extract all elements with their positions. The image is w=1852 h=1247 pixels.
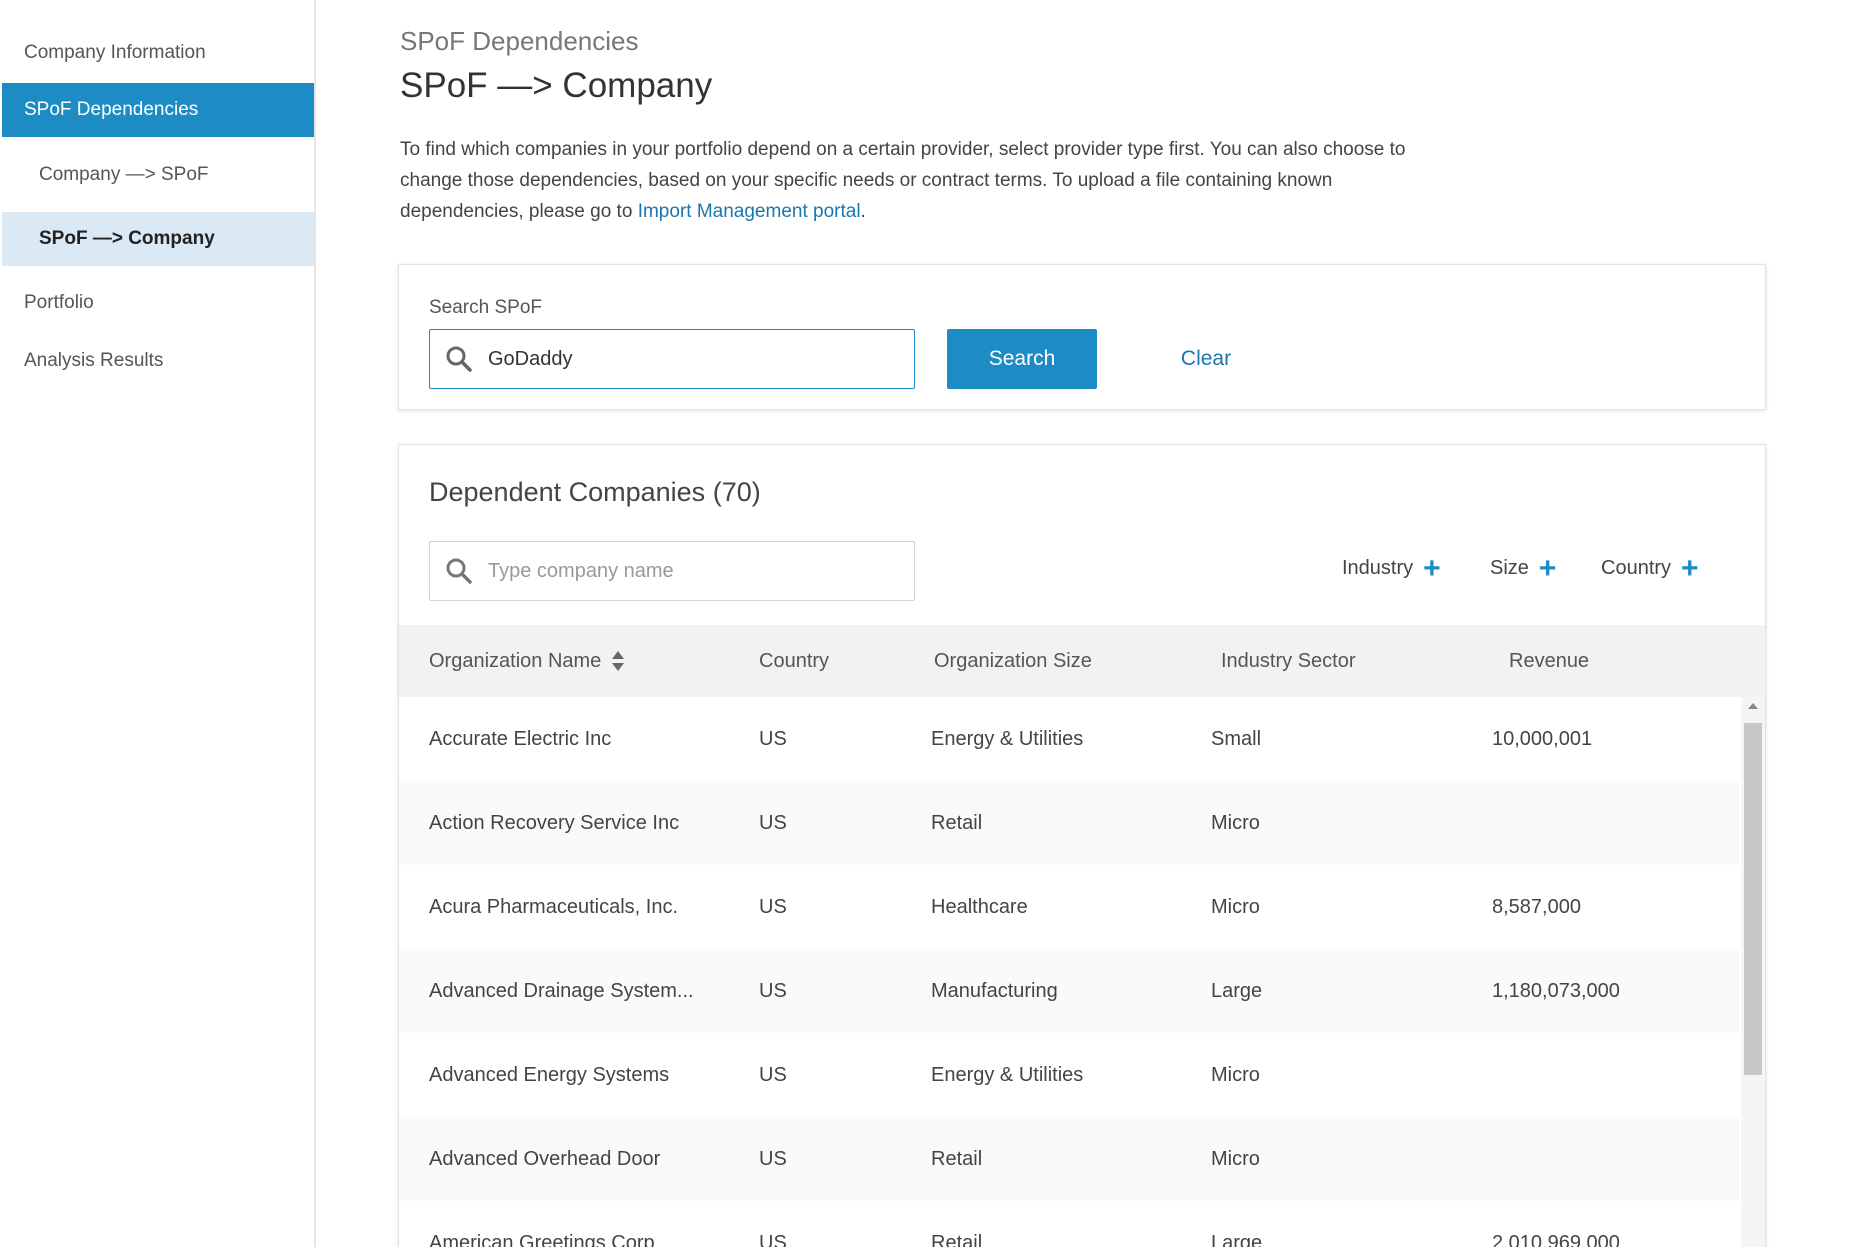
cell-organization-name: Advanced Energy Systems [429,1063,670,1086]
search-icon [430,330,488,388]
cell-country: US [759,727,787,750]
facet-country[interactable]: Country + [1601,551,1699,585]
results-title-text: Dependent Companies [429,477,706,507]
description-suffix: . [860,201,866,222]
facet-industry[interactable]: Industry + [1342,551,1441,585]
table-row[interactable]: Advanced Overhead Door US Retail Micro [399,1117,1739,1201]
facet-label: Size [1490,557,1529,579]
cell-organization-size: Energy & Utilities [931,1063,1084,1086]
import-management-link[interactable]: Import Management portal [638,201,861,222]
plus-icon: + [1423,551,1441,585]
cell-revenue: 1,180,073,000 [1492,979,1620,1002]
scroll-up-arrow-icon[interactable] [1748,703,1758,709]
cell-country: US [759,979,787,1002]
sidebar-item-spof-to-company[interactable]: SPoF —> Company [2,212,314,266]
sidebar-item-label: Analysis Results [24,350,164,371]
search-button[interactable]: Search [947,329,1097,389]
cell-industry-sector: Micro [1211,1147,1260,1170]
sidebar-item-label: Company Information [24,42,206,63]
column-header-country[interactable]: Country [759,625,829,697]
facet-size[interactable]: Size + [1490,551,1557,585]
cell-organization-size: Energy & Utilities [931,727,1084,750]
results-count: (70) [712,477,761,507]
column-header-label: Industry Sector [1221,649,1356,672]
table-row[interactable]: Acura Pharmaceuticals, Inc. US Healthcar… [399,865,1739,949]
table-body: Accurate Electric Inc US Energy & Utilit… [399,697,1739,1247]
table-row[interactable]: Advanced Energy Systems US Energy & Util… [399,1033,1739,1117]
description-text: To find which companies in your portfoli… [400,139,1406,222]
breadcrumb: SPoF Dependencies [400,26,639,56]
cell-industry-sector: Large [1211,979,1263,1002]
cell-country: US [759,895,787,918]
table-scrollbar[interactable] [1741,697,1765,1247]
cell-country: US [759,1063,787,1086]
cell-country: US [759,811,787,834]
table-row[interactable]: American Greetings Corp US Retail Large … [399,1201,1739,1247]
sidebar-item-label: SPoF Dependencies [24,99,199,120]
cell-industry-sector: Large [1211,1231,1263,1247]
cell-organization-name: Advanced Overhead Door [429,1147,661,1170]
spof-search-input[interactable] [488,347,888,371]
column-header-label: Organization Size [934,649,1092,672]
table-row[interactable]: Action Recovery Service Inc US Retail Mi… [399,781,1739,865]
sort-icon[interactable] [611,650,625,672]
cell-country: US [759,1231,787,1247]
sidebar-item-company-information[interactable]: Company Information [2,30,314,76]
cell-organization-name: American Greetings Corp [429,1231,655,1247]
column-header-organization-size[interactable]: Organization Size [934,625,1092,697]
spof-search-field[interactable] [429,329,915,389]
cell-revenue: 10,000,001 [1492,727,1593,750]
cell-industry-sector: Micro [1211,895,1260,918]
table-row[interactable]: Accurate Electric Inc US Energy & Utilit… [399,697,1739,781]
column-header-label: Country [759,649,830,672]
cell-organization-size: Retail [931,1231,983,1247]
search-spof-label: Search SPoF [429,297,542,318]
search-icon [430,542,488,600]
company-filter-field[interactable] [429,541,915,601]
page-title: SPoF —> Company [400,66,713,105]
results-title: Dependent Companies (70) [429,477,761,508]
sidebar-item-label: SPoF —> Company [39,228,215,249]
cell-organization-name: Action Recovery Service Inc [429,811,680,834]
spof-search-card: Search SPoF Search Clear [398,264,1766,410]
facet-label: Country [1601,557,1672,579]
cell-organization-size: Retail [931,1147,983,1170]
sidebar-item-company-to-spof[interactable]: Company —> SPoF [2,148,314,202]
sidebar-item-analysis-results[interactable]: Analysis Results [2,338,314,384]
page-description: To find which companies in your portfoli… [400,134,1440,227]
cell-organization-size: Manufacturing [931,979,1058,1002]
sidebar-item-label: Company —> SPoF [39,164,209,185]
company-filter-input[interactable] [488,559,888,583]
sidebar-item-label: Portfolio [24,292,94,313]
sidebar-item-portfolio[interactable]: Portfolio [2,280,314,326]
column-header-revenue[interactable]: Revenue [1509,625,1589,697]
cell-revenue: 8,587,000 [1492,895,1581,918]
sidebar-item-spof-dependencies[interactable]: SPoF Dependencies [2,83,314,137]
facet-label: Industry [1342,557,1414,579]
cell-industry-sector: Small [1211,727,1262,750]
column-header-label: Organization Name [429,649,602,672]
scrollbar-thumb[interactable] [1744,723,1762,1075]
cell-organization-name: Advanced Drainage System... [429,979,694,1002]
plus-icon: + [1538,551,1557,585]
cell-organization-name: Accurate Electric Inc [429,727,612,750]
table-row[interactable]: Advanced Drainage System... US Manufactu… [399,949,1739,1033]
cell-organization-size: Healthcare [931,895,1028,918]
sidebar: Company Information SPoF Dependencies Co… [0,0,316,1247]
table-header: Organization Name Country Organization S… [399,625,1765,697]
column-header-label: Revenue [1509,649,1590,672]
column-header-organization-name[interactable]: Organization Name [429,625,625,697]
cell-revenue: 2,010,969,000 [1492,1231,1620,1247]
column-header-industry-sector[interactable]: Industry Sector [1221,625,1356,697]
cell-industry-sector: Micro [1211,1063,1260,1086]
dependent-companies-card: Dependent Companies (70) Industry + Size +… [398,444,1766,1247]
cell-industry-sector: Micro [1211,811,1260,834]
main-content: SPoF Dependencies SPoF —> Company To fin… [318,0,1852,1247]
cell-country: US [759,1147,787,1170]
plus-icon: + [1681,551,1699,585]
cell-organization-name: Acura Pharmaceuticals, Inc. [429,895,678,918]
cell-organization-size: Retail [931,811,983,834]
clear-button[interactable]: Clear [1161,329,1251,389]
